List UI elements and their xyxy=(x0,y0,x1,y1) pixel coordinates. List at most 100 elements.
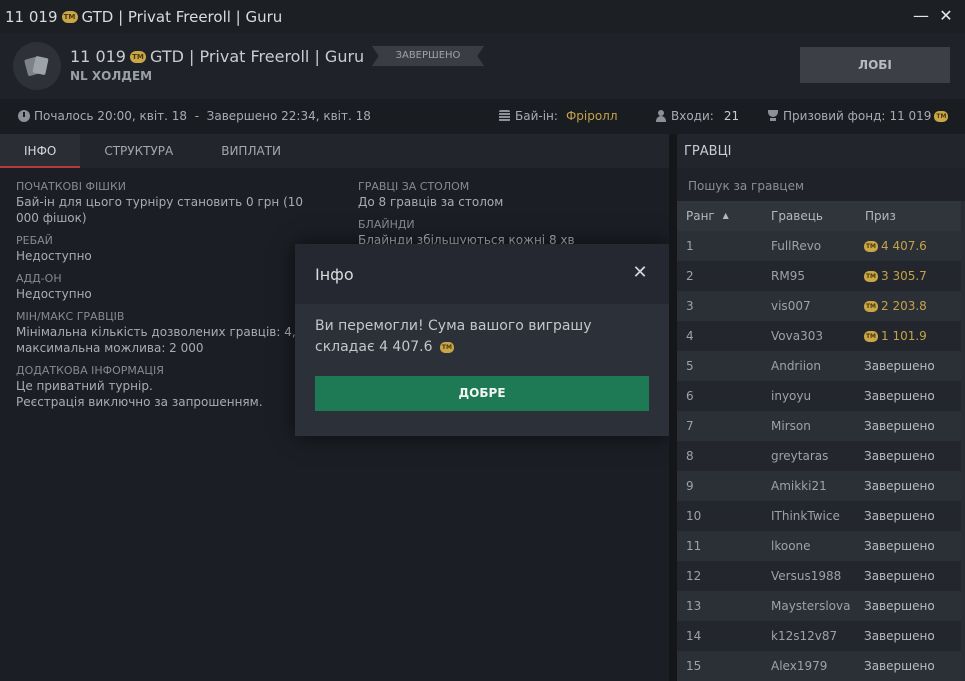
table-row[interactable]: 15 Alex1979 Завершено xyxy=(677,651,961,681)
trophy-icon xyxy=(767,110,779,122)
player-name: Mirson xyxy=(771,419,811,433)
player-name: Andriion xyxy=(771,359,821,373)
tournament-title-text: GTD | Privat Freeroll | Guru xyxy=(149,47,365,66)
chips-icon xyxy=(499,110,510,122)
section-title: ГРАВЦІ ЗА СТОЛОМ xyxy=(358,180,470,193)
table-row[interactable]: 7 Mirson Завершено xyxy=(677,411,961,441)
ok-button[interactable]: ДОБРЕ xyxy=(315,376,649,411)
player-name: lkoone xyxy=(771,539,811,553)
coin-icon: TM xyxy=(864,270,878,282)
player-rank: 14 xyxy=(686,629,702,643)
section-title: АДД-ОН xyxy=(16,272,62,285)
info-section-min-max-players: МІН/МАКС ГРАВЦІВ Мінімальна кількість до… xyxy=(16,310,326,356)
info-section-additional: ДОДАТКОВА ІНФОРМАЦІЯ Це приватний турнір… xyxy=(16,364,326,410)
section-value: Реєстрація виключно за запрошенням. xyxy=(16,395,263,409)
lobby-button[interactable]: ЛОБІ xyxy=(800,47,950,83)
info-section-starting-chips: ПОЧАТКОВІ ФІШКИ Бай-ін для цього турніру… xyxy=(16,180,326,226)
minimize-button[interactable]: — xyxy=(913,7,929,25)
player-rank: 15 xyxy=(686,659,702,673)
col-rank-header[interactable]: Ранг ▲ xyxy=(686,209,729,223)
player-prize: Завершено xyxy=(864,359,935,373)
players-table-body: 1 FullRevo TM 4 407.6 2 RM95 TM 3 305.7 3 vis007 T… xyxy=(677,231,961,681)
players-scrollbar[interactable] xyxy=(961,201,965,681)
player-prize: Завершено xyxy=(864,449,935,463)
player-prize: Завершено xyxy=(864,509,935,523)
section-title: РЕБАЙ xyxy=(16,234,53,247)
table-row[interactable]: 8 greytaras Завершено xyxy=(677,441,961,471)
table-row[interactable]: 4 Vova303 TM 1 101.9 xyxy=(677,321,961,351)
window-title-text: GTD | Privat Freeroll | Guru xyxy=(81,7,283,26)
player-name: Alex1979 xyxy=(771,659,828,673)
player-prize-value: Завершено xyxy=(864,629,935,643)
table-row[interactable]: 11 lkoone Завершено xyxy=(677,531,961,561)
section-value: Бай-ін для цього турніру становить 0 грн… xyxy=(16,195,304,225)
cards-icon xyxy=(24,55,49,77)
table-row[interactable]: 1 FullRevo TM 4 407.6 xyxy=(677,231,961,261)
entries-value: 21 xyxy=(723,109,740,123)
sort-ascending-icon: ▲ xyxy=(722,211,729,220)
player-rank: 10 xyxy=(686,509,702,523)
player-prize: Завершено xyxy=(864,479,935,493)
table-row[interactable]: 3 vis007 TM 2 203.8 xyxy=(677,291,961,321)
tournament-tabs: ІНФО СТРУКТУРА ВИПЛАТИ xyxy=(0,134,669,168)
player-rank: 5 xyxy=(686,359,694,373)
players-table-header: Ранг ▲ Гравець Приз xyxy=(677,201,961,231)
info-dialog: Інфо ✕ Ви перемогли! Сума вашого виграшу… xyxy=(295,244,669,436)
player-prize: Завершено xyxy=(864,419,935,433)
table-row[interactable]: 6 inyoyu Завершено xyxy=(677,381,961,411)
col-player-header[interactable]: Гравець xyxy=(771,209,823,223)
player-prize-value: Завершено xyxy=(864,599,935,613)
player-rank: 13 xyxy=(686,599,702,613)
player-name: RM95 xyxy=(771,269,805,283)
table-row[interactable]: 2 RM95 TM 3 305.7 xyxy=(677,261,961,291)
player-prize-value: Завершено xyxy=(864,419,935,433)
player-name: IThinkTwice xyxy=(771,509,840,523)
player-prize-value: 4 407.6 xyxy=(881,239,927,253)
tab-payouts[interactable]: ВИПЛАТИ xyxy=(197,134,305,168)
player-prize: TM 2 203.8 xyxy=(864,299,927,313)
info-section-players-per-table: ГРАВЦІ ЗА СТОЛОМ До 8 гравців за столом xyxy=(358,180,668,210)
player-search-input[interactable] xyxy=(688,179,928,193)
section-value: До 8 гравців за столом xyxy=(358,195,504,209)
table-row[interactable]: 5 Andriion Завершено xyxy=(677,351,961,381)
tournament-title: 11 019 TM GTD | Privat Freeroll | Guru xyxy=(70,47,364,66)
window-title: 11 019 TM GTD | Privat Freeroll | Guru xyxy=(5,8,282,26)
player-prize-value: Завершено xyxy=(864,359,935,373)
entries-label: Входи: xyxy=(671,109,714,123)
player-name: greytaras xyxy=(771,449,829,463)
prize-pool-value: 11 019 xyxy=(889,109,932,123)
col-prize-header[interactable]: Приз xyxy=(865,209,896,223)
player-prize: Завершено xyxy=(864,569,935,583)
tab-structure[interactable]: СТРУКТУРА xyxy=(80,134,197,168)
tournament-title-amount: 11 019 xyxy=(70,47,126,66)
tab-info[interactable]: ІНФО xyxy=(0,134,81,168)
player-prize-value: 3 305.7 xyxy=(881,269,927,283)
table-row[interactable]: 14 k12s12v87 Завершено xyxy=(677,621,961,651)
player-prize: Завершено xyxy=(864,389,935,403)
window-close-button[interactable]: ✕ xyxy=(939,7,953,25)
dialog-close-icon[interactable]: ✕ xyxy=(631,264,649,282)
table-row[interactable]: 9 Amikki21 Завершено xyxy=(677,471,961,501)
table-row[interactable]: 12 Versus1988 Завершено xyxy=(677,561,961,591)
coin-icon: TM xyxy=(61,10,78,23)
section-title: ДОДАТКОВА ІНФОРМАЦІЯ xyxy=(16,364,164,377)
buyin-info: Бай-ін: Фріролл xyxy=(499,109,618,123)
game-type: NL ХОЛДЕМ xyxy=(70,69,153,83)
player-name: Versus1988 xyxy=(771,569,842,583)
table-row[interactable]: 13 Maysterslova Завершено xyxy=(677,591,961,621)
col-rank-label: Ранг xyxy=(686,209,715,223)
player-name: inyoyu xyxy=(771,389,812,403)
player-rank: 12 xyxy=(686,569,702,583)
player-prize: Завершено xyxy=(864,539,935,553)
player-rank: 2 xyxy=(686,269,694,283)
player-rank: 6 xyxy=(686,389,694,403)
section-value: Недоступно xyxy=(16,249,92,263)
table-row[interactable]: 10 IThinkTwice Завершено xyxy=(677,501,961,531)
schedule-info: Почалось 20:00, квіт. 18 - Завершено 22:… xyxy=(18,109,371,123)
schedule-text: Почалось 20:00, квіт. 18 - Завершено 22:… xyxy=(34,109,371,123)
coin-icon: TM xyxy=(129,50,146,63)
info-section-rebuy: РЕБАЙ Недоступно xyxy=(16,234,326,264)
player-prize: TM 4 407.6 xyxy=(864,239,927,253)
player-prize-value: 1 101.9 xyxy=(881,329,927,343)
section-value: Це приватний турнір. xyxy=(16,379,153,393)
